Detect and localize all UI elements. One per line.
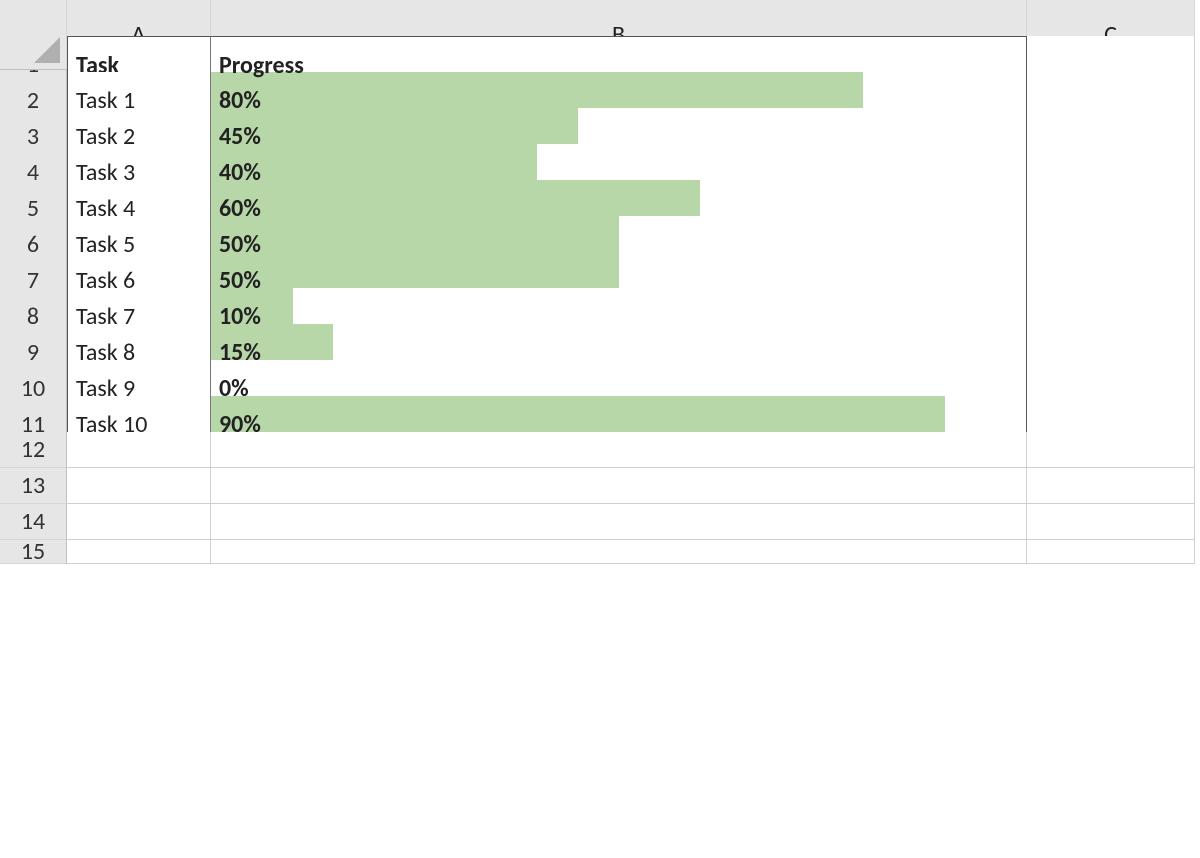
cell-text: 80% — [211, 86, 261, 115]
select-all-corner[interactable] — [0, 0, 67, 70]
spreadsheet-grid[interactable]: A B C 1 Task Progress 2 Task 1 80% 3 Tas… — [0, 0, 1200, 576]
select-all-triangle-icon — [34, 37, 60, 63]
cell-text: 45% — [211, 122, 261, 151]
cell-text: Progress — [211, 51, 304, 80]
cell-text: 90% — [211, 410, 261, 439]
row-header-13[interactable]: 13 — [0, 468, 67, 504]
cell-A12[interactable] — [67, 432, 211, 468]
cell-B12[interactable] — [211, 432, 1027, 468]
cell-C15[interactable] — [1027, 540, 1195, 564]
cell-text: 40% — [211, 158, 261, 187]
cell-text: 50% — [211, 230, 261, 259]
row-header-14[interactable]: 14 — [0, 504, 67, 540]
cell-text: 50% — [211, 266, 261, 295]
cell-C13[interactable] — [1027, 468, 1195, 504]
cell-B14[interactable] — [211, 504, 1027, 540]
cell-text: 60% — [211, 194, 261, 223]
row-header-15[interactable]: 15 — [0, 540, 67, 564]
cell-text: 10% — [211, 302, 261, 331]
cell-C12[interactable] — [1027, 432, 1195, 468]
cell-A14[interactable] — [67, 504, 211, 540]
row-header-12[interactable]: 12 — [0, 432, 67, 468]
cell-text: 15% — [211, 338, 261, 367]
cell-C14[interactable] — [1027, 504, 1195, 540]
cell-A13[interactable] — [67, 468, 211, 504]
cell-A15[interactable] — [67, 540, 211, 564]
cell-text: 0% — [211, 374, 249, 403]
cell-B15[interactable] — [211, 540, 1027, 564]
cell-B13[interactable] — [211, 468, 1027, 504]
